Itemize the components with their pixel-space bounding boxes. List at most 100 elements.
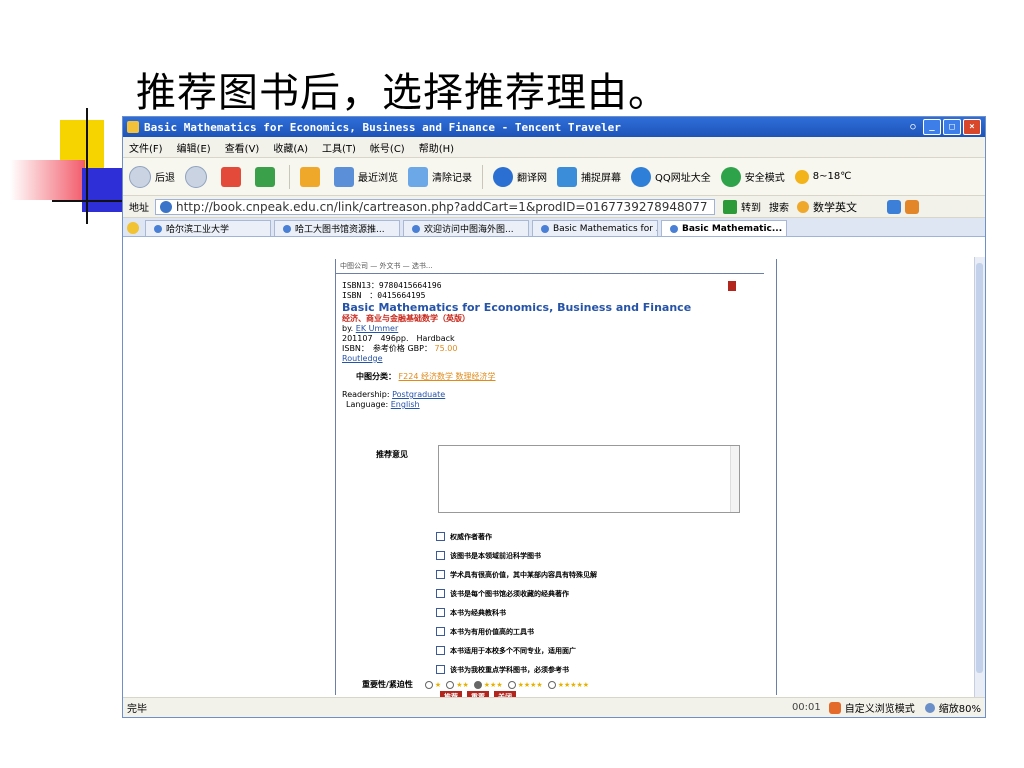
tab-basic-math-active[interactable]: Basic Mathematic... × [661,220,787,236]
translate-button[interactable]: 翻译网 [493,166,547,187]
reason-option[interactable]: 本书适用于本校多个不同专业，适用面广 [436,641,597,660]
recent-button[interactable]: 最近浏览 [334,166,398,187]
checkbox[interactable] [436,570,445,579]
sun-icon [794,169,809,184]
search-input[interactable]: 数学英文 [813,199,857,215]
menu-tools[interactable]: 工具(T) [322,140,356,155]
readership-line: Readership: Postgraduate [342,390,446,399]
qq-sites-button[interactable]: QQ网址大全 [631,166,711,187]
book-info: ISBN13：9780415664196 ISBN ：0415664195 Ba… [342,281,691,410]
menu-account[interactable]: 帐号(C) [370,140,405,155]
tab-hit-library[interactable]: 哈工大图书馆资源推... [274,220,400,236]
rating-radio-5[interactable] [547,680,556,689]
stop-button[interactable] [221,166,245,187]
capture-button[interactable]: 捕捉屏幕 [557,166,621,187]
star-icon: ★★★★ [517,680,543,689]
menu-file[interactable]: 文件(F) [129,140,163,155]
slide-deco-vline [86,108,88,224]
readership-value: Postgraduate [392,390,446,399]
checkbox[interactable] [436,665,445,674]
bookmark-icon[interactable] [728,281,736,291]
tab-cnpiec[interactable]: 欢迎访问中图海外图... [403,220,529,236]
stop-icon [221,166,241,187]
tab-hit[interactable]: 哈尔滨工业大学 [145,220,271,236]
reason-option[interactable]: 权威作者著作 [436,527,597,546]
checkbox[interactable] [436,646,445,655]
minimize-button[interactable]: _ [923,119,941,135]
url-field[interactable]: http://book.cnpeak.edu.cn/link/cartreaso… [155,198,715,215]
toolbar: 后退 最近浏览 清除记录 翻译网 捕捉屏幕 QQ网址大全 安全模式 8~18℃ [123,158,985,196]
clear-icon [408,166,428,187]
rating-radio-3[interactable] [473,680,482,689]
reason-option[interactable]: 该书为我校重点学科图书，必须参考书 [436,660,597,679]
search-engine-icon[interactable] [797,200,809,213]
rating-radio-2[interactable] [446,680,455,689]
back-button[interactable]: 后退 [129,165,175,188]
menu-view[interactable]: 查看(V) [225,140,260,155]
reason-option[interactable]: 本书为经典教科书 [436,603,597,622]
star-icon: ★ [434,680,442,689]
safe-mode-button[interactable]: 安全模式 [720,166,785,187]
pub-info: 201107 496pp. Hardback [342,334,455,343]
rating-radio-4[interactable] [507,680,516,689]
home-button[interactable] [300,166,324,187]
go-arrow-icon[interactable] [723,199,737,214]
refresh-button[interactable] [255,166,279,187]
forward-button[interactable] [185,165,211,188]
slide-deco-hline [52,200,122,202]
slide-deco-blue-square [82,168,122,212]
checkbox[interactable] [436,551,445,560]
go-button[interactable]: 转到 [741,199,761,214]
url-text: http://book.cnpeak.edu.cn/link/cartreaso… [176,199,708,214]
slide-heading: 推荐图书后，选择推荐理由。 [136,70,669,116]
author-line: by. EK Ummer [342,324,399,333]
checkbox[interactable] [436,627,445,636]
browse-mode-icon [828,701,841,714]
reason-option[interactable]: 本书为有用价值高的工具书 [436,622,597,641]
category-link[interactable]: F224 经济数学 数理经济学 [399,372,496,381]
menu-edit[interactable]: 编辑(E) [177,140,211,155]
help-icon[interactable]: ○ [905,120,921,134]
pen-icon[interactable] [905,199,919,214]
shield-icon [720,166,741,187]
star-icon: ★★★★★ [557,680,590,689]
menu-favorites[interactable]: 收藏(A) [273,140,308,155]
reason-scrollbar[interactable] [730,446,739,512]
search-label: 搜索 [769,203,789,214]
author-link[interactable]: EK Ummer [356,324,399,333]
back-arrow-icon [129,165,151,188]
reason-option[interactable]: 该书是每个图书馆必须收藏的经典著作 [436,584,597,603]
reason-option[interactable]: 学术具有很高价值，其中某部内容具有特殊见解 [436,565,597,584]
capture-icon [557,166,577,187]
menu-help[interactable]: 帮助(H) [419,140,454,155]
zoom-level[interactable]: 缩放80% [939,700,981,715]
page-icon [160,200,172,213]
browser-window: Basic Mathematics for Economics, Busines… [122,116,986,718]
vertical-scrollbar[interactable] [974,257,985,697]
maximize-button[interactable]: □ [943,119,961,135]
refresh-icon [255,166,275,187]
home-icon [300,166,320,187]
checkbox[interactable] [436,589,445,598]
checkbox[interactable] [436,608,445,617]
book-title: Basic Mathematics for Economics, Busines… [342,301,692,314]
address-label: 地址 [129,203,149,214]
reason-option[interactable]: 该图书是本领域前沿科学图书 [436,546,597,565]
reason-textarea[interactable] [438,445,740,513]
browse-mode[interactable]: 自定义浏览模式 [845,700,915,715]
scroll-thumb[interactable] [976,263,983,673]
search-go-icon[interactable] [887,199,901,214]
close-button[interactable]: × [963,119,981,135]
isbn13: ISBN13：9780415664196 [342,281,442,290]
status-time: 00:01 [791,702,821,713]
checkbox[interactable] [436,532,445,541]
publisher-link[interactable]: Routledge [342,354,691,364]
clear-history-button[interactable]: 清除记录 [408,166,472,187]
rating-radio-1[interactable] [424,680,433,689]
weather-widget[interactable]: 8~18℃ [794,169,851,184]
window-title: Basic Mathematics for Economics, Busines… [144,120,621,134]
page-viewport: 中图公司 — 外文书 — 选书... ISBN13：9780415664196 … [123,257,975,703]
tab-basic-math-1[interactable]: Basic Mathematics for ... [532,220,658,236]
favorites-star-icon[interactable] [127,222,139,234]
slide-deco-red-gradient [10,160,85,200]
